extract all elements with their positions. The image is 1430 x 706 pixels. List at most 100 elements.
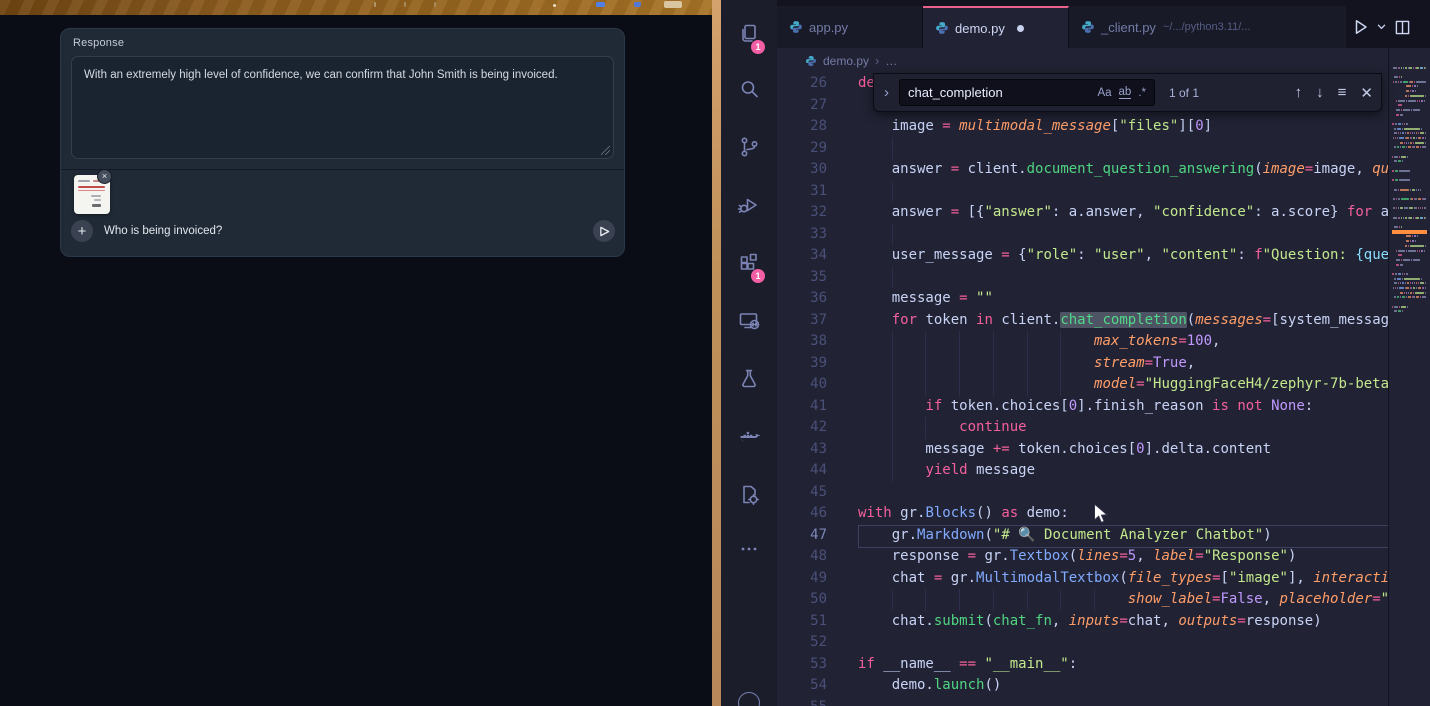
split-editor-button[interactable] bbox=[1395, 20, 1410, 35]
response-label: Response bbox=[73, 37, 124, 49]
testing-beaker-icon[interactable] bbox=[737, 367, 761, 391]
thumb-line bbox=[94, 199, 101, 201]
code-line[interactable]: 54 demo.launch() bbox=[777, 675, 1388, 697]
code-line[interactable]: 34 user_message = {"role": "user", "cont… bbox=[777, 245, 1388, 267]
mouse-cursor bbox=[1093, 503, 1109, 530]
send-icon bbox=[599, 226, 610, 237]
thumb-line bbox=[91, 195, 101, 197]
tab-app-py[interactable]: app.py bbox=[777, 6, 923, 48]
code-line[interactable]: 32 answer = [{"answer": a.answer, "confi… bbox=[777, 202, 1388, 224]
code-line[interactable]: 37 for token in client.chat_completion(m… bbox=[777, 310, 1388, 332]
find-input[interactable]: chat_completion Aa ab .* bbox=[899, 79, 1155, 106]
desktop-wallpaper-strip bbox=[712, 0, 721, 706]
remove-attachment-button[interactable]: × bbox=[97, 169, 112, 184]
thumb-line bbox=[78, 180, 90, 182]
close-icon: × bbox=[102, 171, 107, 181]
toolbar-artifact bbox=[553, 4, 556, 7]
code-line[interactable]: 30 answer = client.document_question_ans… bbox=[777, 159, 1388, 181]
breadcrumb-rest[interactable]: … bbox=[885, 54, 897, 68]
section-divider bbox=[61, 169, 624, 170]
code-line[interactable]: 47 gr.Markdown("# 🔍 Document Analyzer Ch… bbox=[777, 525, 1388, 547]
code-line[interactable]: 43 message += token.choices[0].delta.con… bbox=[777, 439, 1388, 461]
resize-handle[interactable] bbox=[601, 146, 610, 155]
file-settings-icon[interactable] bbox=[737, 483, 761, 507]
search-icon[interactable] bbox=[737, 77, 761, 101]
send-button[interactable] bbox=[593, 220, 615, 242]
code-line[interactable]: 28 image = multimodal_message["files"][0… bbox=[777, 116, 1388, 138]
chevron-right-icon: › bbox=[875, 53, 879, 68]
code-line[interactable]: 44 yield message bbox=[777, 460, 1388, 482]
run-dropdown-chevron-icon[interactable] bbox=[1377, 24, 1386, 30]
code-line[interactable]: 29 bbox=[777, 138, 1388, 160]
code-line[interactable]: 48 response = gr.Textbox(lines=5, label=… bbox=[777, 546, 1388, 568]
chat-input[interactable]: Who is being invoiced? bbox=[104, 225, 222, 237]
run-button[interactable] bbox=[1354, 19, 1368, 35]
find-in-selection-button[interactable]: ≡ bbox=[1338, 84, 1347, 102]
code-line[interactable]: 36 message = "" bbox=[777, 288, 1388, 310]
run-debug-icon[interactable] bbox=[737, 193, 761, 217]
tab-demo-py[interactable]: demo.py bbox=[923, 6, 1069, 48]
minimap[interactable] bbox=[1388, 48, 1430, 706]
vscode-window: 1 1 bbox=[721, 0, 1430, 706]
toolbar-artifact bbox=[374, 2, 376, 7]
tab-label: app.py bbox=[809, 20, 848, 35]
account-icon[interactable] bbox=[738, 692, 760, 706]
response-text: With an extremely high level of confiden… bbox=[84, 69, 558, 81]
docker-icon[interactable] bbox=[737, 425, 761, 449]
code-line[interactable]: 38 max_tokens=100, bbox=[777, 331, 1388, 353]
code-lines[interactable]: 26def chat_fn(multimodal_message):2728 i… bbox=[777, 73, 1388, 706]
activity-bar: 1 1 bbox=[721, 0, 777, 706]
explorer-badge: 1 bbox=[751, 40, 765, 54]
thumb-signature bbox=[92, 204, 101, 207]
toolbar-artifact bbox=[664, 1, 682, 8]
whole-word-toggle[interactable]: ab bbox=[1119, 86, 1132, 99]
code-line[interactable]: 39 stream=True, bbox=[777, 353, 1388, 375]
code-line[interactable]: 42 continue bbox=[777, 417, 1388, 439]
gradio-card: Response With an extremely high level of… bbox=[60, 28, 625, 257]
python-icon bbox=[789, 20, 803, 34]
code-line[interactable]: 33 bbox=[777, 224, 1388, 246]
python-icon bbox=[935, 21, 949, 35]
code-line[interactable]: 50 show_label=False, placeholder="Upload… bbox=[777, 589, 1388, 611]
thumb-line bbox=[78, 186, 105, 188]
code-line[interactable]: 41 if token.choices[0].finish_reason is … bbox=[777, 396, 1388, 418]
next-match-button[interactable]: ↓ bbox=[1316, 84, 1324, 102]
tab-strip: app.py demo.py _client.py ~/.../python3.… bbox=[777, 0, 1430, 48]
screen: Response With an extremely high level of… bbox=[0, 0, 1430, 706]
add-file-button[interactable]: + bbox=[71, 220, 93, 242]
minimap-content bbox=[1389, 62, 1430, 317]
code-line[interactable]: 51 chat.submit(chat_fn, inputs=chat, out… bbox=[777, 611, 1388, 633]
toolbar-artifact bbox=[404, 2, 406, 7]
source-control-icon[interactable] bbox=[737, 135, 761, 159]
code-line[interactable]: 46with gr.Blocks() as demo: bbox=[777, 503, 1388, 525]
editor-actions bbox=[1346, 6, 1430, 48]
more-icon[interactable] bbox=[737, 537, 761, 561]
gradio-app-window: Response With an extremely high level of… bbox=[0, 0, 712, 706]
extensions-badge: 1 bbox=[751, 269, 765, 283]
match-case-toggle[interactable]: Aa bbox=[1097, 87, 1111, 99]
regex-toggle[interactable]: .* bbox=[1138, 87, 1146, 99]
breadcrumb[interactable]: demo.py › … bbox=[777, 48, 1388, 73]
previous-match-button[interactable]: ↑ bbox=[1295, 84, 1303, 102]
code-line[interactable]: 53if __name__ == "__main__": bbox=[777, 654, 1388, 676]
tab-client-py[interactable]: _client.py ~/.../python3.11/... bbox=[1069, 6, 1347, 48]
response-textbox[interactable]: With an extremely high level of confiden… bbox=[71, 56, 614, 159]
remote-explorer-icon[interactable] bbox=[737, 309, 761, 333]
modified-dot-icon[interactable] bbox=[1017, 25, 1024, 32]
code-line[interactable]: 52 bbox=[777, 632, 1388, 654]
find-expand-chevron-icon[interactable]: › bbox=[882, 84, 891, 101]
code-line[interactable]: 55 bbox=[777, 697, 1388, 706]
code-line[interactable]: 49 chat = gr.MultimodalTextbox(file_type… bbox=[777, 568, 1388, 590]
tab-label: _client.py bbox=[1101, 20, 1156, 35]
find-results-count: 1 of 1 bbox=[1169, 86, 1199, 100]
code-line[interactable]: 40 model="HuggingFaceH4/zephyr-7b-beta")… bbox=[777, 374, 1388, 396]
find-query[interactable]: chat_completion bbox=[908, 85, 1090, 100]
toolbar-artifact bbox=[596, 2, 605, 7]
code-line[interactable]: 35 bbox=[777, 267, 1388, 289]
code-line[interactable]: 31 bbox=[777, 181, 1388, 203]
close-find-button[interactable]: ✕ bbox=[1360, 84, 1373, 102]
breadcrumb-file[interactable]: demo.py bbox=[823, 54, 869, 68]
thumb-line bbox=[78, 190, 105, 191]
find-widget: › chat_completion Aa ab .* 1 of 1 ↑ ↓ ≡ … bbox=[873, 73, 1382, 112]
code-line[interactable]: 45 bbox=[777, 482, 1388, 504]
